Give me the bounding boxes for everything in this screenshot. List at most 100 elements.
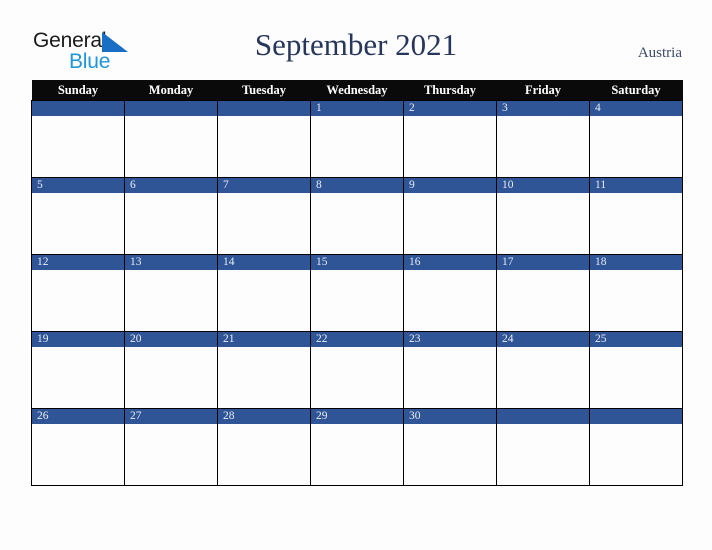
day-content-area[interactable] bbox=[218, 193, 310, 254]
day-content-area[interactable] bbox=[311, 424, 403, 485]
day-number: 23 bbox=[404, 332, 496, 347]
calendar-day-cell[interactable] bbox=[589, 408, 683, 486]
day-content-area[interactable] bbox=[125, 116, 217, 177]
day-number: 18 bbox=[590, 255, 682, 270]
calendar-day-cell[interactable]: 2 bbox=[403, 100, 497, 178]
day-content-area[interactable] bbox=[590, 347, 682, 408]
weekday-header-saturday: Saturday bbox=[589, 80, 683, 101]
calendar-day-cell[interactable]: 22 bbox=[310, 331, 404, 409]
calendar-day-cell[interactable]: 12 bbox=[31, 254, 125, 332]
day-content-area[interactable] bbox=[404, 116, 496, 177]
calendar-day-cell[interactable]: 17 bbox=[496, 254, 590, 332]
weekday-header-thursday: Thursday bbox=[403, 80, 497, 101]
calendar-day-cell[interactable]: 16 bbox=[403, 254, 497, 332]
day-content-area[interactable] bbox=[590, 270, 682, 331]
day-content-area[interactable] bbox=[590, 193, 682, 254]
calendar-day-cell[interactable]: 18 bbox=[589, 254, 683, 332]
day-number: 20 bbox=[125, 332, 217, 347]
calendar-day-cell[interactable]: 13 bbox=[124, 254, 218, 332]
day-number: 28 bbox=[218, 409, 310, 424]
day-content-area[interactable] bbox=[404, 347, 496, 408]
day-content-area[interactable] bbox=[311, 347, 403, 408]
calendar-day-cell[interactable]: 9 bbox=[403, 177, 497, 255]
day-content-area[interactable] bbox=[32, 116, 124, 177]
day-content-area[interactable] bbox=[125, 347, 217, 408]
calendar-day-cell[interactable]: 8 bbox=[310, 177, 404, 255]
calendar-day-cell[interactable] bbox=[31, 100, 125, 178]
calendar-day-cell[interactable]: 30 bbox=[403, 408, 497, 486]
day-number: 25 bbox=[590, 332, 682, 347]
calendar-week-row: 19 20 21 22 23 24 25 bbox=[31, 331, 683, 409]
day-number: 13 bbox=[125, 255, 217, 270]
calendar-day-cell[interactable]: 19 bbox=[31, 331, 125, 409]
day-number: 5 bbox=[32, 178, 124, 193]
day-content-area[interactable] bbox=[497, 424, 589, 485]
calendar-day-cell[interactable]: 14 bbox=[217, 254, 311, 332]
day-number: 7 bbox=[218, 178, 310, 193]
day-content-area[interactable] bbox=[311, 270, 403, 331]
calendar-day-cell[interactable]: 7 bbox=[217, 177, 311, 255]
day-content-area[interactable] bbox=[218, 116, 310, 177]
calendar-day-cell[interactable]: 20 bbox=[124, 331, 218, 409]
day-content-area[interactable] bbox=[32, 424, 124, 485]
calendar-day-cell[interactable]: 28 bbox=[217, 408, 311, 486]
day-content-area[interactable] bbox=[311, 193, 403, 254]
calendar-day-cell[interactable]: 26 bbox=[31, 408, 125, 486]
day-content-area[interactable] bbox=[590, 424, 682, 485]
calendar-day-cell[interactable] bbox=[124, 100, 218, 178]
day-content-area[interactable] bbox=[218, 347, 310, 408]
weekday-header-wednesday: Wednesday bbox=[310, 80, 404, 101]
calendar-day-cell[interactable]: 23 bbox=[403, 331, 497, 409]
day-number: 14 bbox=[218, 255, 310, 270]
calendar-day-cell[interactable] bbox=[217, 100, 311, 178]
day-content-area[interactable] bbox=[32, 193, 124, 254]
day-content-area[interactable] bbox=[311, 116, 403, 177]
day-content-area[interactable] bbox=[32, 347, 124, 408]
calendar-day-cell[interactable]: 3 bbox=[496, 100, 590, 178]
calendar-day-cell[interactable]: 6 bbox=[124, 177, 218, 255]
calendar-day-cell[interactable]: 1 bbox=[310, 100, 404, 178]
calendar-day-cell[interactable]: 25 bbox=[589, 331, 683, 409]
day-number: 17 bbox=[497, 255, 589, 270]
calendar-week-row: 12 13 14 15 16 17 18 bbox=[31, 254, 683, 332]
day-content-area[interactable] bbox=[218, 270, 310, 331]
day-number bbox=[497, 409, 589, 424]
day-number: 27 bbox=[125, 409, 217, 424]
calendar-day-cell[interactable]: 29 bbox=[310, 408, 404, 486]
calendar-day-cell[interactable]: 5 bbox=[31, 177, 125, 255]
day-number: 9 bbox=[404, 178, 496, 193]
day-number: 3 bbox=[497, 101, 589, 116]
day-content-area[interactable] bbox=[497, 270, 589, 331]
calendar-day-cell[interactable]: 4 bbox=[589, 100, 683, 178]
day-content-area[interactable] bbox=[497, 116, 589, 177]
calendar-day-cell[interactable]: 10 bbox=[496, 177, 590, 255]
calendar-day-cell[interactable]: 24 bbox=[496, 331, 590, 409]
calendar-day-cell[interactable]: 11 bbox=[589, 177, 683, 255]
day-number: 1 bbox=[311, 101, 403, 116]
day-content-area[interactable] bbox=[125, 270, 217, 331]
day-number: 11 bbox=[590, 178, 682, 193]
day-content-area[interactable] bbox=[125, 193, 217, 254]
calendar-week-row: 1 2 3 4 bbox=[31, 100, 683, 178]
day-content-area[interactable] bbox=[218, 424, 310, 485]
day-content-area[interactable] bbox=[404, 424, 496, 485]
day-content-area[interactable] bbox=[32, 270, 124, 331]
day-content-area[interactable] bbox=[497, 347, 589, 408]
day-content-area[interactable] bbox=[125, 424, 217, 485]
day-number bbox=[125, 101, 217, 116]
page-title: September 2021 bbox=[254, 27, 458, 62]
day-number: 10 bbox=[497, 178, 589, 193]
day-content-area[interactable] bbox=[404, 193, 496, 254]
calendar-day-cell[interactable]: 21 bbox=[217, 331, 311, 409]
calendar-day-cell[interactable]: 15 bbox=[310, 254, 404, 332]
day-number: 30 bbox=[404, 409, 496, 424]
calendar-day-cell[interactable] bbox=[496, 408, 590, 486]
calendar-day-cell[interactable]: 27 bbox=[124, 408, 218, 486]
day-content-area[interactable] bbox=[497, 193, 589, 254]
day-content-area[interactable] bbox=[404, 270, 496, 331]
calendar-page: General Blue September 2021 Austria Sund… bbox=[0, 0, 712, 550]
weekday-header-row: Sunday Monday Tuesday Wednesday Thursday… bbox=[31, 80, 683, 101]
calendar-week-row: 26 27 28 29 30 bbox=[31, 408, 683, 486]
day-content-area[interactable] bbox=[590, 116, 682, 177]
day-number: 24 bbox=[497, 332, 589, 347]
